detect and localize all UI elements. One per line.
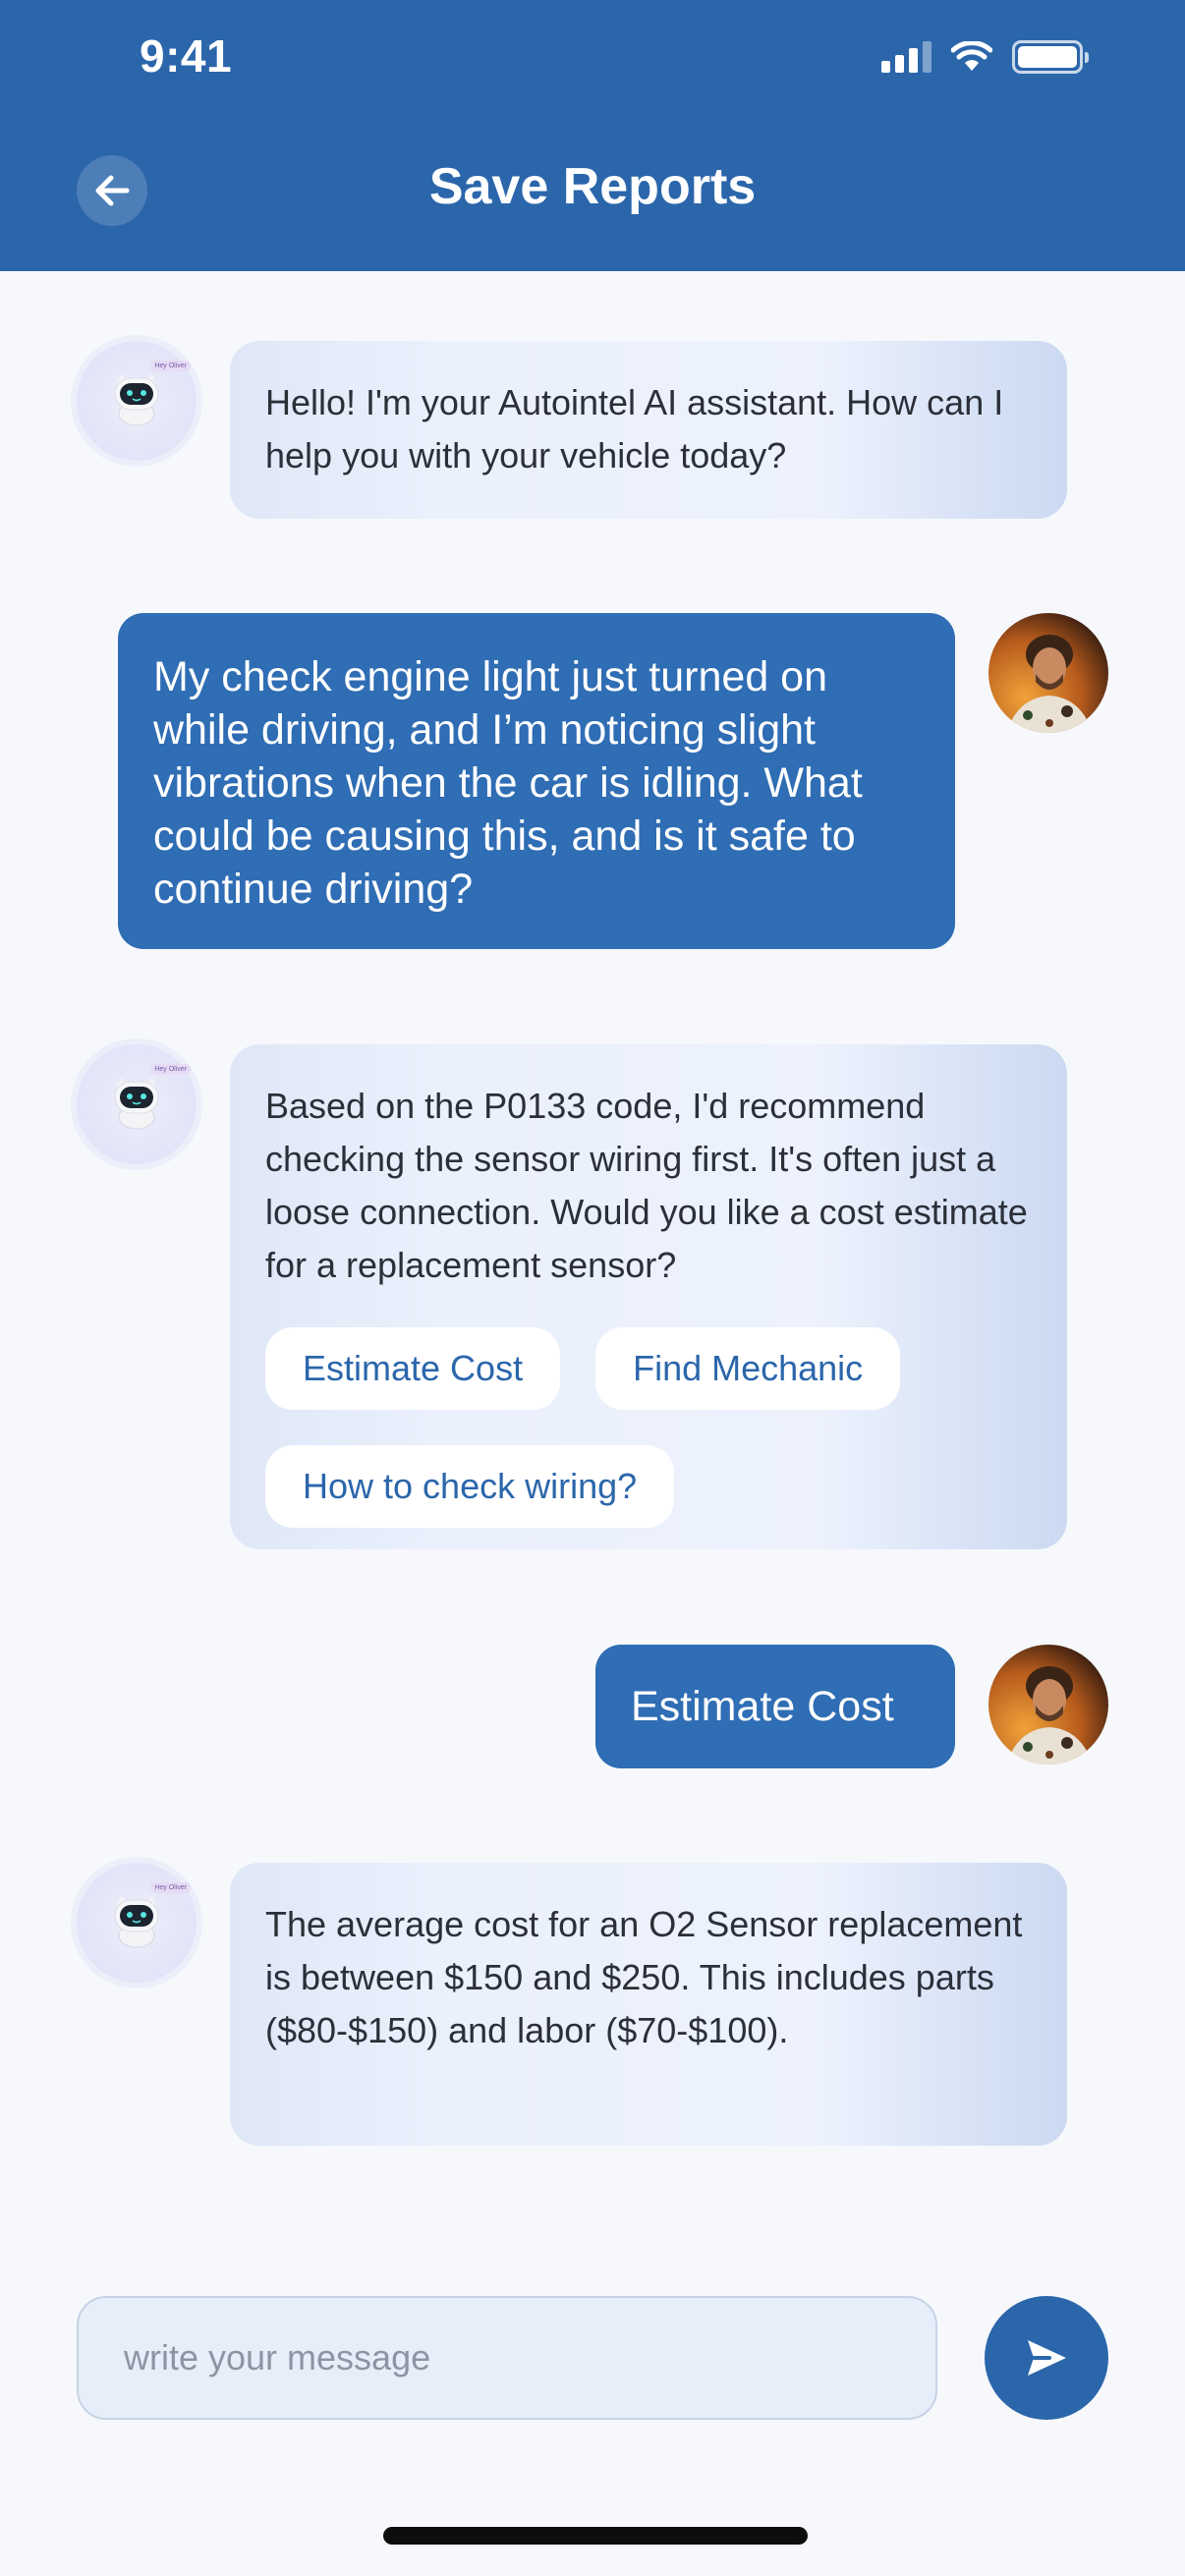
battery-icon: [1012, 40, 1089, 74]
bot-message: Hello! I'm your Autointel AI assistant. …: [230, 341, 1067, 519]
user-photo: [988, 613, 1108, 733]
chip-find-mechanic[interactable]: Find Mechanic: [595, 1327, 901, 1410]
user-photo: [988, 1645, 1108, 1764]
message-text: Hello! I'm your Autointel AI assistant. …: [265, 382, 1004, 476]
page-title: Save Reports: [428, 158, 757, 215]
bot-greeting-tag: Hey Oliver: [150, 1882, 191, 1893]
cellular-signal-icon: [881, 41, 931, 73]
message-input[interactable]: [77, 2296, 937, 2420]
message-text: Based on the P0133 code, I'd recommend c…: [265, 1086, 1028, 1285]
message-text: Estimate Cost: [631, 1683, 894, 1730]
bot-greeting-tag: Hey Oliver: [150, 361, 191, 371]
send-icon: [1028, 2340, 1066, 2376]
bot-message: Based on the P0133 code, I'd recommend c…: [230, 1044, 1067, 1549]
bot-greeting-tag: Hey Oliver: [150, 1064, 191, 1075]
user-message: Estimate Cost: [595, 1645, 955, 1768]
user-avatar: [988, 1645, 1108, 1764]
bot-message: The average cost for an O2 Sensor replac…: [230, 1863, 1067, 2146]
robot-icon: [114, 1896, 159, 1948]
send-button[interactable]: [985, 2296, 1108, 2420]
bot-avatar: Hey Oliver: [77, 341, 197, 461]
user-avatar: [988, 613, 1108, 733]
robot-icon: [114, 1078, 159, 1130]
quick-reply-chips: Estimate Cost Find Mechanic How to check…: [265, 1327, 1030, 1528]
bot-avatar: Hey Oliver: [77, 1863, 197, 1983]
message-text: The average cost for an O2 Sensor replac…: [265, 1904, 1023, 2050]
user-message: My check engine light just turned on whi…: [118, 613, 955, 949]
chip-estimate-cost[interactable]: Estimate Cost: [265, 1327, 561, 1410]
wifi-icon: [951, 41, 992, 71]
home-indicator: [383, 2527, 808, 2545]
status-icons: [881, 37, 1089, 77]
robot-icon: [114, 374, 159, 426]
status-time: 9:41: [140, 30, 233, 82]
message-text: My check engine light just turned on whi…: [153, 653, 863, 913]
chip-check-wiring[interactable]: How to check wiring?: [265, 1445, 675, 1528]
bot-avatar: Hey Oliver: [77, 1044, 197, 1164]
app-header: 9:41 Save Reports: [0, 0, 1185, 271]
